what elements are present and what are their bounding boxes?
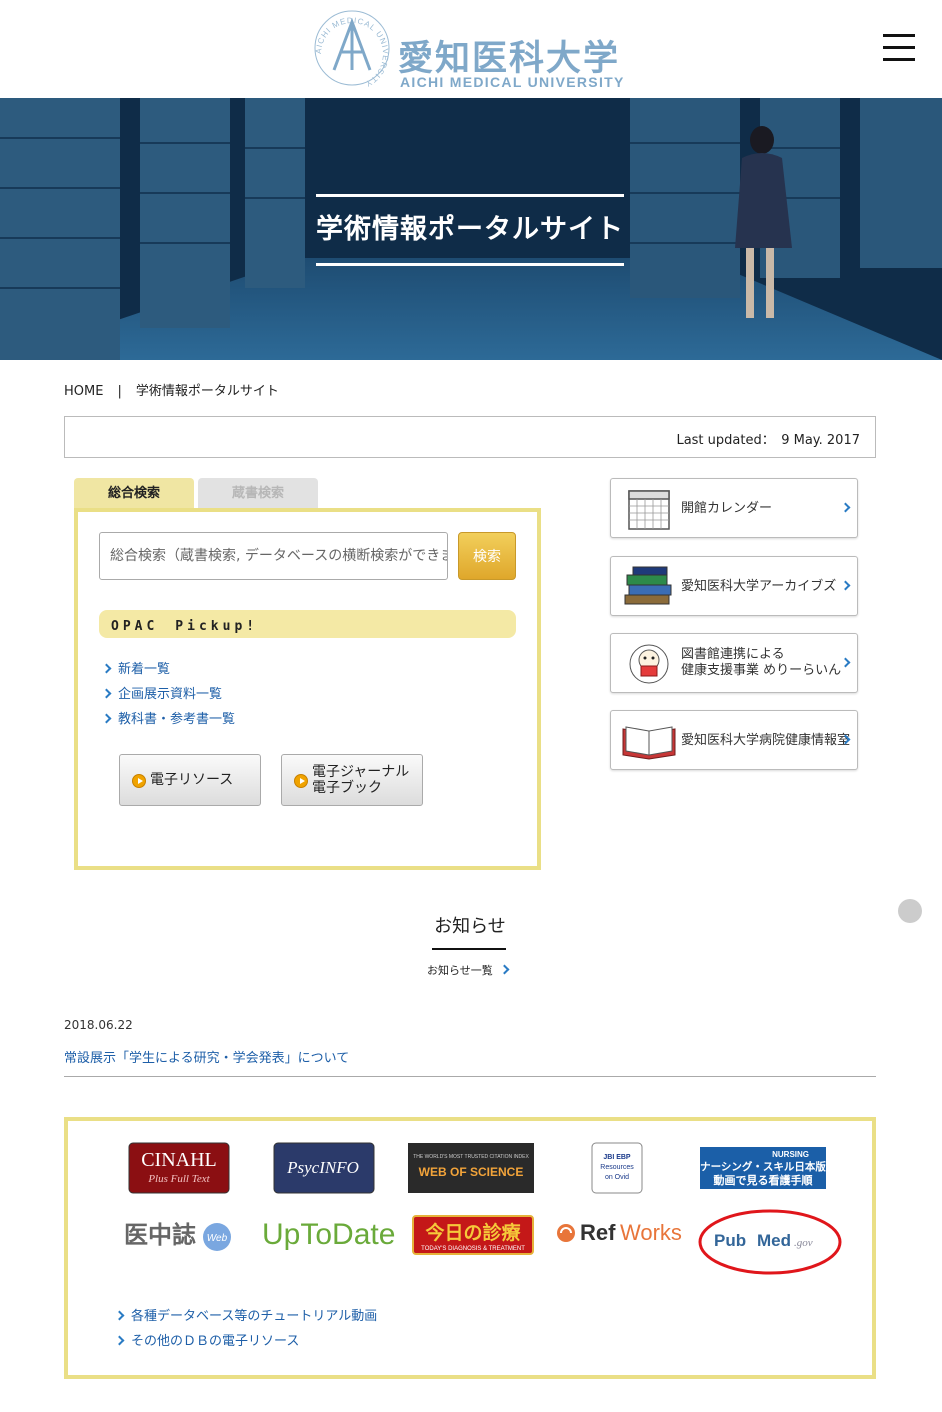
breadcrumb-separator: | — [117, 384, 122, 399]
ichushi-web-text: Web — [207, 1233, 228, 1244]
tab-catalog-search[interactable]: 蔵書検索 — [198, 478, 318, 510]
chevron-right-icon — [840, 502, 851, 513]
opac-link-label: 企画展示資料一覧 — [118, 687, 223, 702]
side-item-archives[interactable]: 愛知医科大学アーカイブズ — [610, 556, 858, 616]
electronic-resources-button[interactable]: 電子リソース — [119, 754, 261, 806]
sheep-mascot-icon — [629, 644, 669, 684]
psycinfo-logo[interactable]: PsycINFO — [273, 1142, 375, 1194]
side-item-label: 愛知医科大学アーカイブズ — [681, 579, 837, 594]
db-link-label: その他のＤＢの電子リソース — [131, 1334, 300, 1349]
chevron-right-icon — [840, 580, 851, 591]
news-section-title: お知らせ — [434, 916, 506, 937]
jbi-ovid-logo[interactable]: JBI EBP Resources on Ovid — [591, 1142, 643, 1194]
chevron-right-icon — [101, 713, 112, 724]
calendar-icon — [628, 490, 670, 530]
chevron-right-icon — [499, 964, 510, 975]
page-top-icon[interactable] — [898, 899, 922, 923]
news-list-link-label: お知らせ一覧 — [427, 964, 493, 977]
uptodate-text: UpToDate — [262, 1218, 395, 1251]
pubmed-med-text: Med — [757, 1231, 791, 1250]
db-link-label: 各種データベース等のチュートリアル動画 — [131, 1309, 378, 1324]
logo-english-name: AICHI MEDICAL UNIVERSITY — [400, 74, 625, 90]
web-of-science-logo[interactable]: THE WORLD'S MOST TRUSTED CITATION INDEX … — [407, 1142, 535, 1194]
psycinfo-text: PsycINFO — [286, 1158, 359, 1177]
tab-general-search[interactable]: 総合検索 — [74, 478, 194, 510]
breadcrumb-current: 学術情報ポータルサイト — [135, 384, 279, 399]
ichushi-text: 医中誌 — [124, 1221, 196, 1249]
page-title: 学術情報ポータルサイト — [316, 214, 624, 245]
chevron-right-icon — [101, 688, 112, 699]
news-list-link[interactable]: お知らせ一覧 — [427, 962, 510, 978]
jbi-line3: on Ovid — [605, 1174, 629, 1181]
nursing-skill-logo[interactable]: NURSING ナーシング・スキル日本版 動画で見る看護手順 — [699, 1146, 827, 1190]
jbi-line1: JBI EBP — [603, 1154, 631, 1161]
opac-link-textbooks[interactable]: 教科書・参考書一覧 — [101, 708, 236, 733]
side-item-hospital-health-info[interactable]: 愛知医科大学病院健康情報室 — [610, 710, 858, 770]
hero-title-frame: 学術情報ポータルサイト — [316, 194, 624, 266]
side-item-label: 開館カレンダー — [681, 501, 773, 516]
chevron-right-icon — [114, 1335, 125, 1346]
chevron-right-icon — [101, 663, 112, 674]
side-item-label-line1: 図書館連携による — [681, 647, 785, 662]
ichushi-web-logo[interactable]: 医中誌 Web — [122, 1211, 238, 1255]
nursing-line2: 動画で見る看護手順 — [714, 1173, 814, 1187]
ebook-label: 電子ブック — [312, 780, 382, 796]
refworks-logo[interactable]: Ref Works — [552, 1213, 684, 1255]
breadcrumb-home-link[interactable]: HOME — [64, 384, 103, 399]
konnichi-no-shinryo-logo[interactable]: 今日の診療 TODAY'S DIAGNOSIS & TREATMENT — [412, 1215, 534, 1255]
open-book-icon — [622, 726, 676, 760]
search-button[interactable]: 検索 — [458, 532, 516, 580]
books-icon — [624, 566, 672, 605]
cinahl-logo[interactable]: CINAHL Plus Full Text — [128, 1142, 230, 1194]
wos-tagline: THE WORLD'S MOST TRUSTED CITATION INDEX — [413, 1154, 529, 1160]
cinahl-subtitle: Plus Full Text — [147, 1173, 210, 1185]
side-item-health-support[interactable]: 図書館連携による 健康支援事業 めりーらいん — [610, 633, 858, 693]
uptodate-logo[interactable]: UpToDate — [258, 1211, 398, 1255]
site-header: AICHI MEDICAL UNIVERSITY 愛知医科大学 AICHI ME… — [0, 0, 942, 98]
news-divider — [64, 1076, 876, 1077]
nursing-tag: NURSING — [772, 1150, 809, 1159]
play-circle-icon — [132, 774, 146, 788]
opac-link-list: 新着一覧 企画展示資料一覧 教科書・参考書一覧 — [101, 658, 236, 733]
opac-link-label: 新着一覧 — [118, 662, 171, 677]
chevron-right-icon — [114, 1310, 125, 1321]
konnichi-text: 今日の診療 — [424, 1221, 521, 1244]
ejournal-label: 電子ジャーナル — [312, 764, 410, 780]
jbi-line2: Resources — [600, 1164, 634, 1171]
refworks-ref-text: Ref — [580, 1220, 616, 1245]
chevron-right-icon — [840, 657, 851, 668]
konnichi-subtitle: TODAY'S DIAGNOSIS & TREATMENT — [421, 1246, 525, 1252]
cinahl-text: CINAHL — [141, 1149, 217, 1171]
side-item-calendar[interactable]: 開館カレンダー — [610, 478, 858, 538]
news-item-link[interactable]: 常設展示「学生による研究・学会発表」について — [64, 1047, 349, 1066]
opac-link-exhibition[interactable]: 企画展示資料一覧 — [101, 683, 235, 708]
hero-banner: 学術情報ポータルサイト — [0, 98, 942, 360]
hamburger-menu-icon[interactable] — [883, 34, 915, 62]
wos-text: WEB OF SCIENCE — [419, 1165, 524, 1179]
opac-pickup-header: OPAC Pickup! — [99, 610, 516, 638]
university-emblem: AICHI MEDICAL UNIVERSITY — [314, 10, 390, 88]
last-updated-box: Last updated： 9 May. 2017 — [64, 416, 876, 458]
opac-link-new-arrivals[interactable]: 新着一覧 — [101, 658, 235, 683]
play-circle-icon — [294, 774, 308, 788]
ejournal-ebook-button[interactable]: 電子ジャーナル 電子ブック — [281, 754, 423, 806]
university-logo[interactable]: AICHI MEDICAL UNIVERSITY 愛知医科大学 AICHI ME… — [312, 8, 642, 92]
refworks-works-text: Works — [620, 1220, 682, 1245]
news-title-underline — [432, 948, 506, 950]
pubmed-logo[interactable]: Pub Med .gov — [698, 1209, 844, 1275]
db-link-other-resources[interactable]: その他のＤＢの電子リソース — [114, 1330, 300, 1349]
breadcrumb: HOME | 学術情報ポータルサイト — [64, 380, 279, 399]
nursing-line1: ナーシング・スキル日本版 — [700, 1160, 826, 1173]
side-item-label-line2: 健康支援事業 めりーらいん — [681, 663, 842, 678]
opac-link-label: 教科書・参考書一覧 — [118, 712, 236, 727]
side-item-label: 愛知医科大学病院健康情報室 — [681, 733, 851, 748]
pubmed-pub-text: Pub — [714, 1231, 746, 1250]
electronic-resources-label: 電子リソース — [150, 772, 234, 788]
opac-pickup-title: OPAC Pickup! — [111, 619, 259, 634]
news-date: 2018.06.22 — [64, 1018, 133, 1032]
last-updated-text: Last updated： 9 May. 2017 — [676, 433, 860, 448]
db-link-tutorial-videos[interactable]: 各種データベース等のチュートリアル動画 — [114, 1305, 378, 1324]
pubmed-gov-text: .gov — [794, 1237, 813, 1249]
search-input[interactable]: 総合検索（蔵書検索, データベースの横断検索ができます） — [99, 532, 448, 580]
